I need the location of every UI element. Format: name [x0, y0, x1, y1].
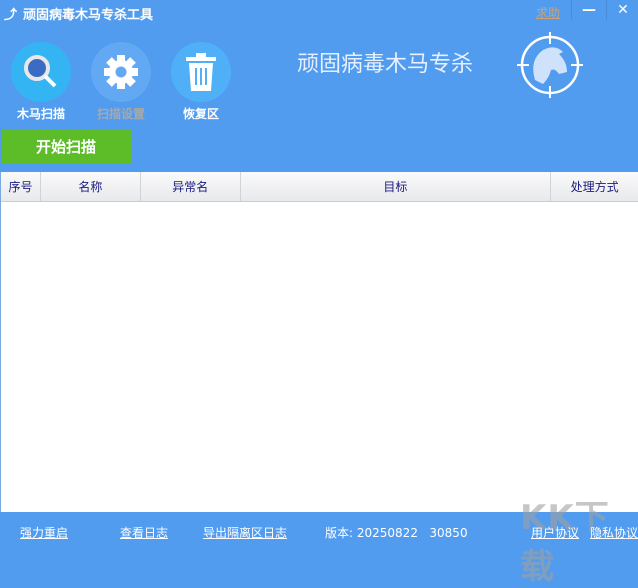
- close-button[interactable]: ✕: [606, 0, 638, 20]
- tab-trojan-scan[interactable]: 木马扫描: [6, 42, 76, 122]
- trash-icon: [171, 42, 231, 102]
- tab-label: 扫描设置: [96, 107, 145, 121]
- app-logo-icon: ⤴: [4, 8, 18, 23]
- column-target[interactable]: 目标: [241, 172, 552, 201]
- title-text: 顽固病毒木马专杀工具: [23, 8, 154, 23]
- view-log-link[interactable]: 查看日志: [120, 524, 168, 541]
- user-agreement-link[interactable]: 用户协议: [531, 524, 579, 541]
- tab-label: 恢复区: [182, 107, 219, 121]
- version-label: 版本:: [325, 526, 354, 540]
- column-anomaly[interactable]: 异常名: [141, 172, 241, 201]
- minimize-button[interactable]: —: [572, 0, 606, 20]
- results-table[interactable]: 序号 名称 异常名 目标 处理方式: [0, 172, 638, 512]
- privacy-link[interactable]: 隐私协议: [590, 524, 638, 541]
- column-action[interactable]: 处理方式: [551, 172, 638, 201]
- column-name[interactable]: 名称: [41, 172, 141, 201]
- horse-logo-icon: [515, 30, 585, 104]
- brand-name: 顽固病毒木马专杀: [297, 52, 474, 77]
- version-info: 版本: 20250822 30850: [325, 524, 468, 541]
- tab-label: 木马扫描: [16, 107, 65, 121]
- tab-scan-settings[interactable]: 扫描设置: [86, 42, 156, 122]
- force-reboot-link[interactable]: 强力重启: [20, 524, 68, 541]
- export-log-link[interactable]: 导出隔离区日志: [203, 524, 287, 541]
- column-index[interactable]: 序号: [1, 172, 41, 201]
- help-link[interactable]: 求助: [536, 4, 560, 21]
- tab-restore[interactable]: 恢复区: [166, 42, 236, 122]
- magnifier-icon: [11, 42, 71, 102]
- build-number: 30850: [429, 526, 468, 540]
- gear-icon: [91, 42, 151, 102]
- start-scan-button[interactable]: 开始扫描: [1, 130, 131, 163]
- version-number: 20250822: [356, 526, 418, 540]
- footer: 强力重启 查看日志 导出隔离区日志 版本: 20250822 30850 用户协…: [0, 512, 638, 542]
- table-header: 序号 名称 异常名 目标 处理方式: [1, 172, 638, 202]
- window-title: ⤴ 顽固病毒木马专杀工具: [4, 4, 153, 23]
